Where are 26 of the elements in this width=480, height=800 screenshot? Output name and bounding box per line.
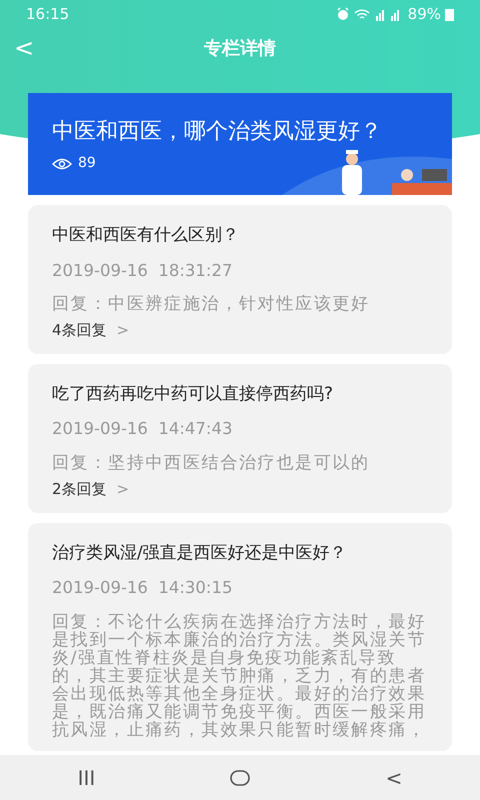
battery-icon — [445, 8, 454, 20]
eye-icon — [52, 158, 72, 170]
reply-count-link[interactable]: 2条回复 > — [52, 478, 130, 500]
page-title: 专栏详情 — [204, 38, 276, 60]
post-card[interactable]: 吃了西药再吃中药可以直接停西药吗? 2019-09-16 14:47:43 回复：坚持中西医结合治疗也是可以的 2条回复 > — [28, 364, 452, 512]
reply-text: 回复：坚持中西医结合治疗也是可以的 — [52, 454, 371, 472]
banner-title: 中医和西医，哪个治类风湿更好？ — [52, 118, 382, 146]
clock-time: 16:15 — [26, 4, 70, 25]
view-count: 89 — [78, 154, 96, 173]
reply-text: 回复：不论什么疾病在选择治疗方法时，最好是找到一个标本廉治的治疗方法。类风湿关节炎/强直性脊柱炎是自身免疫功能紊乱导致的，其主要症状是关节肿痛，乏力，有的患者会出现低热等其他全身症状。最好的治疗效果是，既治痛又能调节免疫平衡。西医一般采用抗风湿，止痛药，其效果只能暂时缓解疼痛， — [52, 612, 427, 739]
question-title: 治疗类风湿/强直是西医好还是中医好？ — [52, 542, 348, 564]
question-title: 中医和西医有什么区别？ — [52, 224, 240, 247]
alarm-icon — [336, 7, 350, 21]
wifi-icon — [354, 8, 370, 20]
back-nav-button[interactable]: < — [366, 762, 422, 792]
reply-text: 回复：中医辨症施治，针对性应该更好 — [52, 295, 371, 314]
post-date: 2019-09-16 14:30:15 — [52, 577, 234, 599]
post-card[interactable]: 治疗类风湿/强直是西医好还是中医好？ 2019-09-16 14:30:15 回复：不论什么疾病在选择治疗方法时，最好是找到一个标本廉治的治疗方法。类风湿关节炎/强直性脊柱炎是自身免疫功能紊乱导致的，其主要症状是关节肿痛，乏力，有的患者会出现低热等其他全身症状。最好的治疗效果是，既治痛又能调节免疫平衡。西医一般采用抗风湿，止痛药，其效果只能暂时缓解疼痛， — [28, 522, 452, 751]
recent-apps-button[interactable]: III — [58, 762, 116, 792]
post-date: 2019-09-16 14:47:43 — [52, 418, 234, 440]
reply-count-link[interactable]: 4条回复 > — [52, 319, 130, 342]
question-title: 吃了西药再吃中药可以直接停西药吗? — [52, 382, 334, 406]
post-card[interactable]: 中医和西医有什么区别？ 2019-09-16 18:31:27 回复：中医辨症施治，针对性应该更好 4条回复 > — [28, 205, 452, 354]
home-button[interactable] — [230, 770, 250, 786]
battery-percentage: 89% — [408, 4, 441, 25]
post-date: 2019-09-16 18:31:27 — [52, 260, 234, 282]
